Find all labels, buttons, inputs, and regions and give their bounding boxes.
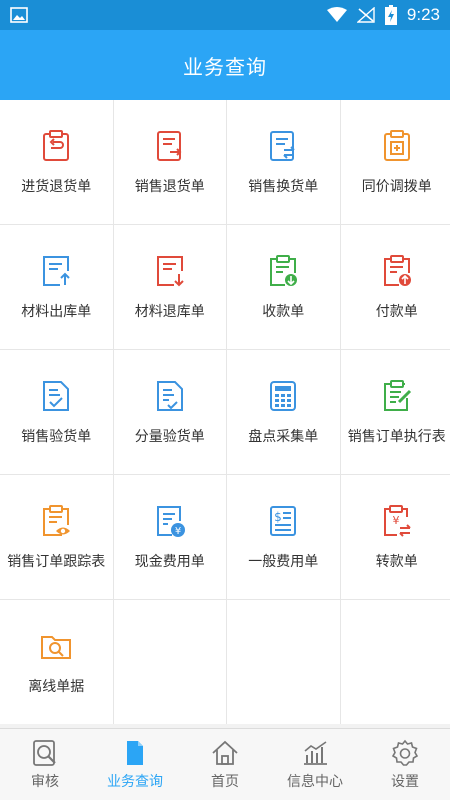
cash-expense-icon: ¥	[156, 506, 185, 537]
grid-item-material-return[interactable]: 材料退库单	[113, 225, 226, 349]
business-grid: 进货退货单 销售退货单 销售换货单 同价调拨单 材料出库单 材料退库单 收款单 …	[0, 100, 450, 724]
wifi-icon	[326, 7, 347, 22]
status-time: 9:23	[406, 5, 440, 24]
svg-text:¥: ¥	[392, 514, 399, 527]
grid-item-label: 销售退货单	[134, 179, 205, 195]
grid-item-label: 材料退库单	[134, 304, 205, 320]
tab-home[interactable]: 首页	[180, 729, 270, 800]
status-bar: 9:23	[0, 0, 450, 30]
tab-label: 业务查询	[107, 773, 163, 790]
grid-item-label: 分量验货单	[134, 429, 205, 445]
grid-item-material-out[interactable]: 材料出库单	[0, 225, 113, 349]
grid-item-purchase-return[interactable]: 进货退货单	[0, 100, 113, 224]
grid-item-sales-inspection[interactable]: 销售验货单	[0, 350, 113, 474]
grid-item-label: 离线单据	[28, 679, 85, 695]
grid-item-label: 销售订单执行表	[347, 429, 446, 445]
home-icon	[212, 740, 238, 765]
grid-item-partial-inspection[interactable]: 分量验货单	[113, 350, 226, 474]
tab-label: 审核	[31, 773, 59, 790]
receipt-icon	[270, 255, 298, 286]
grid-empty-cell	[227, 600, 340, 724]
grid-item-sales-return[interactable]: 销售退货单	[113, 100, 226, 224]
grid-item-label: 销售换货单	[248, 179, 319, 195]
document-icon	[127, 740, 143, 765]
grid-item-label: 一般费用单	[248, 554, 319, 570]
grid-item-label: 同价调拨单	[361, 179, 432, 195]
grid-item-cash-expense[interactable]: ¥ 现金费用单	[113, 475, 226, 599]
app-bar: 业务查询	[0, 30, 450, 100]
return-purchase-icon	[43, 130, 70, 161]
grid-item-label: 进货退货单	[21, 179, 92, 195]
sales-inspection-icon	[43, 381, 70, 411]
sales-return-icon	[156, 131, 182, 161]
tab-settings[interactable]: 设置	[360, 729, 450, 800]
grid-item-label: 转款单	[375, 554, 418, 570]
sales-exchange-icon	[270, 131, 295, 161]
grid-item-label: 材料出库单	[21, 304, 92, 320]
grid-item-payment[interactable]: 付款单	[340, 225, 450, 349]
svg-text:$: $	[274, 510, 282, 524]
grid-item-label: 收款单	[262, 304, 305, 320]
order-execution-icon	[383, 380, 411, 411]
grid-item-fund-transfer[interactable]: ¥ 转款单	[340, 475, 450, 599]
audit-icon	[33, 739, 56, 766]
tab-info-center[interactable]: 信息中心	[270, 729, 360, 800]
grid-empty-cell	[113, 600, 226, 724]
grid-item-inventory[interactable]: 盘点采集单	[227, 350, 340, 474]
no-signal-icon	[356, 7, 375, 23]
battery-charging-icon	[384, 5, 397, 25]
tab-label: 首页	[211, 773, 239, 790]
tab-label: 设置	[391, 773, 419, 790]
grid-item-sales-exchange[interactable]: 销售换货单	[227, 100, 340, 224]
general-expense-icon: $	[270, 506, 297, 536]
grid-item-label: 现金费用单	[134, 554, 205, 570]
offline-docs-icon	[41, 636, 72, 659]
order-tracking-icon	[43, 505, 71, 536]
grid-item-order-execution[interactable]: 销售订单执行表	[340, 350, 450, 474]
tab-label: 信息中心	[287, 773, 343, 790]
material-out-icon	[43, 256, 70, 286]
transfer-funds-icon: ¥	[383, 505, 411, 537]
grid-item-offline-docs[interactable]: 离线单据	[0, 600, 113, 724]
transfer-icon	[383, 130, 410, 161]
inventory-icon	[270, 381, 297, 411]
grid-item-general-expense[interactable]: $ 一般费用单	[227, 475, 340, 599]
grid-item-label: 销售验货单	[21, 429, 92, 445]
grid-item-label: 盘点采集单	[248, 429, 319, 445]
chart-icon	[304, 740, 327, 765]
bottom-tab-bar: 审核 业务查询 首页 信息中心 设置	[0, 728, 450, 800]
grid-item-same-price-transfer[interactable]: 同价调拨单	[340, 100, 450, 224]
tab-business-query[interactable]: 业务查询	[90, 729, 180, 800]
grid-item-label: 销售订单跟踪表	[7, 554, 106, 570]
grid-item-order-tracking[interactable]: 销售订单跟踪表	[0, 475, 113, 599]
grid-item-receipt[interactable]: 收款单	[227, 225, 340, 349]
grid-empty-cell	[340, 600, 450, 724]
svg-text:¥: ¥	[175, 526, 181, 537]
grid-item-label: 付款单	[375, 304, 418, 320]
partial-inspection-icon	[156, 381, 183, 411]
gear-icon	[391, 739, 419, 766]
payment-icon	[383, 255, 411, 286]
page-title: 业务查询	[183, 54, 267, 79]
tab-audit[interactable]: 审核	[0, 729, 90, 800]
material-return-icon	[156, 256, 184, 287]
image-notification-icon	[10, 7, 28, 23]
